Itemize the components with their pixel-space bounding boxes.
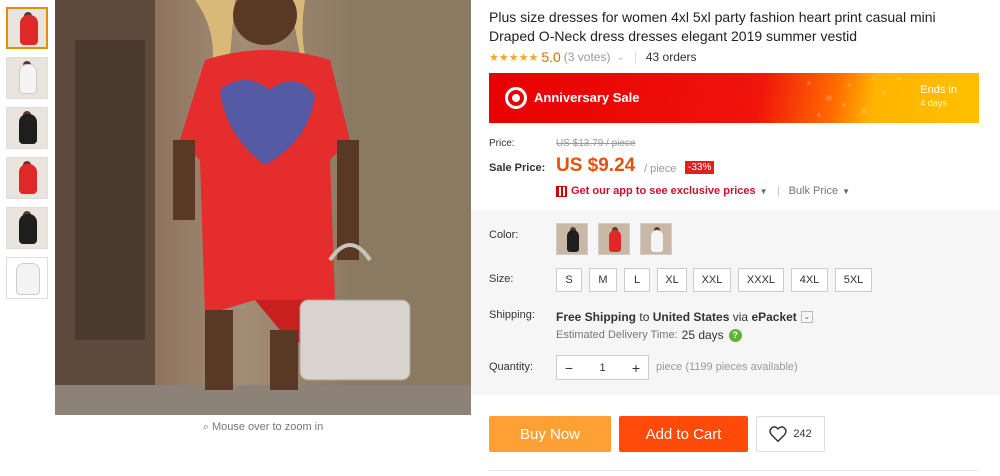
qr-code-icon: [556, 185, 567, 197]
thumbnail-dress: [19, 214, 37, 244]
thumbnail-white-dress[interactable]: [6, 57, 48, 99]
zoom-hint-text: Mouse over to zoom in: [211, 421, 324, 433]
orders-count: 43 orders: [645, 50, 697, 64]
snakeskin-handbag: [299, 299, 411, 381]
color-swatch-black[interactable]: [556, 223, 588, 255]
sale-title: Anniversary Sale: [534, 90, 640, 105]
size-option-xxl[interactable]: XXL: [693, 268, 731, 292]
swatch-dress: [651, 230, 663, 252]
quantity-decrease-button[interactable]: −: [557, 360, 581, 376]
thumbnail-dress: [19, 64, 37, 94]
anniversary-sale-banner: Anniversary Sale Ends in 4 days: [489, 73, 979, 123]
bulk-price-dropdown[interactable]: Bulk Price: [789, 185, 839, 197]
wishlist-count: 242: [793, 428, 812, 440]
star-rating-icon: ★★★★★: [489, 51, 539, 64]
rating-row: ★★★★★ 5.0 (3 votes) ⌄ 43 orders: [489, 49, 697, 65]
main-product-image[interactable]: [55, 0, 471, 415]
size-option-xl[interactable]: XL: [657, 268, 687, 292]
shipping-method[interactable]: ePacket: [751, 310, 796, 324]
left-arm: [173, 140, 195, 220]
free-shipping: Free Shipping: [556, 310, 637, 324]
discount-badge: -33%: [685, 161, 715, 174]
caret-down-icon[interactable]: ▼: [760, 187, 768, 196]
ends-value: 4 days: [920, 98, 947, 108]
size-option-s[interactable]: S: [556, 268, 582, 292]
per-piece-unit: / piece: [644, 163, 677, 175]
right-leg: [270, 330, 298, 390]
divider: [777, 185, 779, 197]
original-price: US $13.79 / piece: [556, 138, 636, 149]
rating-score: 5.0: [541, 49, 561, 65]
delivery-estimate: Estimated Delivery Time: 25 days ?: [556, 328, 742, 342]
zoom-hint: ⌕ Mouse over to zoom in: [55, 421, 471, 434]
thumbnail-black-dress[interactable]: [6, 107, 48, 149]
thumbnail-dress: [19, 114, 37, 144]
pavement: [55, 385, 471, 415]
color-swatch-white[interactable]: [640, 223, 672, 255]
thumbnail-strip: [6, 7, 48, 307]
thumbnail-red-dress[interactable]: [6, 7, 48, 49]
head: [233, 0, 297, 45]
divider: [489, 470, 979, 471]
delivery-label: Estimated Delivery Time:: [556, 329, 678, 341]
right-arm: [337, 140, 359, 260]
quantity-stepper: − 1 +: [556, 355, 649, 380]
wishlist-button[interactable]: 242: [756, 416, 825, 452]
size-option-xxxl[interactable]: XXXL: [738, 268, 784, 292]
delivery-days: 25 days: [681, 328, 724, 342]
quantity-label: Quantity:: [489, 361, 534, 373]
shipping-country: United States: [652, 310, 730, 324]
sale-countdown: Ends in 4 days: [920, 84, 957, 108]
chevron-down-icon[interactable]: ⌄: [800, 311, 813, 323]
add-to-cart-button[interactable]: Add to Cart: [619, 416, 748, 452]
help-icon[interactable]: ?: [728, 328, 742, 342]
votes-count[interactable]: (3 votes): [564, 50, 611, 64]
left-leg: [205, 310, 233, 390]
ends-label: Ends in: [920, 84, 957, 96]
sale-price-label: Sale Price:: [489, 162, 546, 174]
availability-text: piece (1199 pieces available): [656, 361, 798, 373]
size-label: Size:: [489, 273, 514, 285]
size-option-m[interactable]: M: [589, 268, 617, 292]
chevron-down-icon[interactable]: ⌄: [616, 52, 624, 63]
product-title: Plus size dresses for women 4xl 5xl part…: [489, 9, 936, 44]
app-price-link[interactable]: Get our app to see exclusive prices: [571, 185, 756, 197]
thumbnail-black-dress-2[interactable]: [6, 207, 48, 249]
quantity-input[interactable]: 1: [581, 362, 624, 374]
thumbnail-dress: [20, 15, 38, 45]
size-option-4xl[interactable]: 4XL: [791, 268, 828, 292]
search-icon: ⌕: [202, 421, 209, 433]
thumbnail-dress: [19, 164, 37, 194]
caret-down-icon[interactable]: ▼: [842, 187, 850, 196]
color-swatch-red[interactable]: [598, 223, 630, 255]
shipping-label: Shipping:: [489, 309, 535, 321]
quantity-increase-button[interactable]: +: [624, 360, 648, 376]
thumbnail-dress: [16, 263, 40, 295]
product-photo: [55, 0, 471, 415]
divider: [634, 51, 636, 63]
shipping-via: via: [732, 310, 749, 324]
thumbnail-white-dress-flat[interactable]: [6, 257, 48, 299]
thumbnail-red-dress-2[interactable]: [6, 157, 48, 199]
swatch-dress: [609, 230, 621, 252]
shipping-info: Free Shipping to United States via ePack…: [556, 310, 813, 324]
buy-now-button[interactable]: Buy Now: [489, 416, 611, 452]
swatch-dress: [567, 230, 579, 252]
doorway: [75, 40, 145, 340]
size-option-l[interactable]: L: [624, 268, 650, 292]
shipping-to: to: [639, 310, 650, 324]
location-pin-icon: [505, 87, 527, 109]
size-option-5xl[interactable]: 5XL: [835, 268, 872, 292]
heart-icon: [769, 426, 788, 442]
app-price-row: Get our app to see exclusive prices ▼ Bu…: [556, 185, 850, 197]
sale-price: US $9.24: [556, 155, 636, 176]
color-label: Color:: [489, 229, 519, 241]
price-label: Price:: [489, 138, 515, 149]
